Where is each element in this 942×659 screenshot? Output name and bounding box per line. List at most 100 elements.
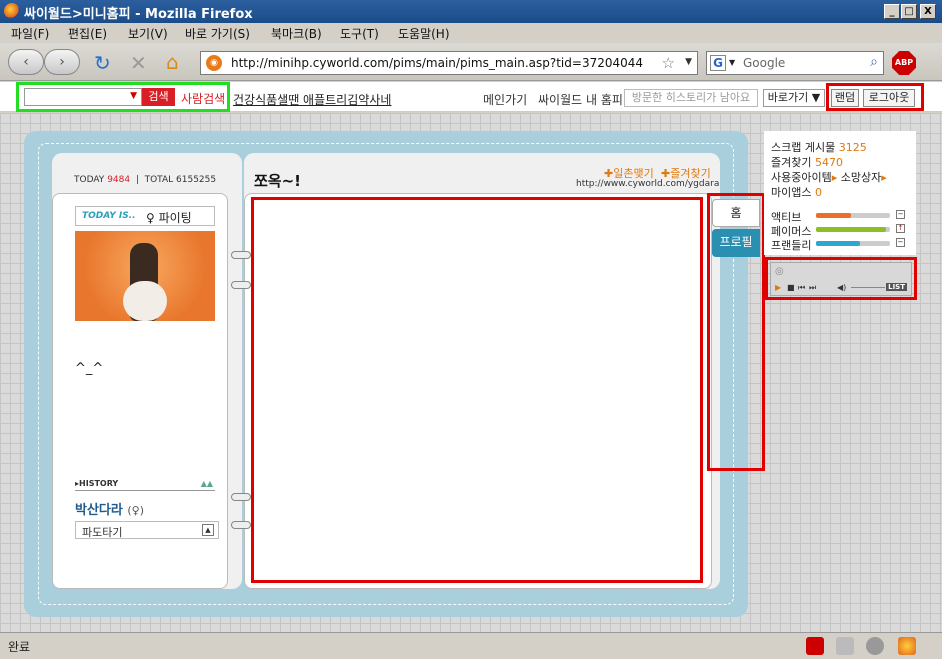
firefox-icon [4,3,20,19]
fur-coat [123,281,167,321]
pado-select[interactable]: 파도타기 ▲ [75,521,219,539]
history-header[interactable]: ▸HISTORY ▲▲ [75,479,215,491]
minus-icon[interactable]: − [896,210,905,219]
menu-tools[interactable]: 도구(T) [340,25,379,42]
back-button[interactable]: ‹ [8,49,44,75]
status-bar: 완료 [0,632,942,659]
url-dropdown-icon[interactable]: ▼ [685,57,692,67]
famous-bar [816,227,890,232]
friendly-bar [816,241,890,246]
profile-photo [75,231,215,321]
minus-icon[interactable]: − [896,238,905,247]
search-box[interactable]: G ▼ Google ⌕ [706,51,884,75]
active-bar [816,213,890,218]
home-icon[interactable]: ⌂ [166,50,179,74]
friendly-fill [816,241,861,246]
status-bars: 액티브 − 페이머스 ↑ 프랜들리 − [764,205,916,255]
menu-bar: 파일(F) 편집(E) 보기(V) 바로 가기(S) 북마크(B) 도구(T) … [0,23,942,43]
menu-help[interactable]: 도움말(H) [398,25,450,42]
today-label: TODAY [74,175,105,185]
pado-label: 파도타기 [82,526,123,539]
visit-history-box[interactable]: 방문한 히스토리가 남아요 [624,89,758,107]
volume-slider[interactable] [851,287,885,288]
arrow-icon: ▸ [831,171,838,184]
my-home-link[interactable]: 싸이월드 내 홈피 [538,91,623,108]
cyworld-top-bar: ▼ 검색 사람검색 건강식품샐땐 애플트리김약사네 메인가기 싸이월드 내 홈피… [0,82,942,112]
status-text: 완료 [8,640,31,654]
highlight-main-frame [251,197,703,583]
famous-fill [816,227,887,232]
homepage-url: http://www.cyworld.com/ygdara [576,179,720,189]
fav-count: 5470 [814,156,843,169]
items-row[interactable]: 사용중아이템▸ 소망상자▸ [771,169,887,185]
owner-name: 박산다라 [75,503,123,518]
ad-link[interactable]: 건강식품샐땐 애플트리김약사네 [233,91,391,108]
menu-view[interactable]: 보기(V) [128,25,168,42]
shortcut-dropdown[interactable]: 바로가기 ▼ [763,89,825,107]
google-engine-icon[interactable]: G [710,55,726,71]
play-icon[interactable]: ▶ [775,283,781,292]
today-is-box: TODAY IS.. ♀ 파이팅 [75,206,215,226]
adblock-status-icon[interactable] [806,637,824,655]
active-fill [816,213,851,218]
scrap-row[interactable]: 스크랩 게시물 3125 [771,139,867,155]
menu-file[interactable]: 파일(F) [11,25,49,42]
binder-ring [231,251,251,259]
music-player: ◎ ▶ ■ ⏮ ⏭ ◀) LIST [770,262,912,296]
minimize-button[interactable]: _ [884,4,900,19]
history-toggle-icon[interactable]: ▲▲ [201,479,213,488]
visit-counter: TODAY 9484 | TOTAL 6155255 [74,175,217,185]
fav-row[interactable]: 즐겨찾기 5470 [771,154,843,170]
reload-icon[interactable]: ↻ [94,51,111,75]
owner-sex: (♀) [127,504,145,517]
site-favicon: ◉ [206,55,222,71]
fav-label: 즐겨찾기 [771,156,812,169]
stop-icon[interactable]: ■ [787,283,795,292]
window-title-bar: 싸이월드>미니홈피 - Mozilla Firefox _ □ X [0,0,942,23]
myapps-row[interactable]: 마이앱스 0 [771,184,822,200]
forward-arrow-icon: › [59,54,65,70]
menu-edit[interactable]: 편집(E) [68,25,107,42]
firefox-status-icon[interactable] [898,637,916,655]
highlight-tabs [707,193,765,471]
friendly-label: 프랜들리 [771,239,812,252]
url-text: http://minihp.cyworld.com/pims/main/pims… [231,56,644,70]
prev-icon[interactable]: ⏮ [798,283,805,293]
arrow-icon: ▸ [881,171,887,184]
volume-icon[interactable]: ◀) [837,283,846,292]
highlight-search-area [16,82,230,112]
wish-label: 소망상자 [840,171,882,184]
shortcut-label: 바로가기 [767,91,809,104]
total-count: 6155255 [176,175,217,185]
page-content: TODAY 9484 | TOTAL 6155255 쪼옥~! ✚일촌맺기 ✚즐… [0,113,942,632]
forward-button[interactable]: › [44,49,80,75]
today-is-label: TODAY IS.. [82,211,136,221]
bookmark-star-icon[interactable]: ☆ [662,54,675,72]
next-icon[interactable]: ⏭ [809,283,816,293]
music-disc-icon: ◎ [775,266,784,277]
minihp-title: 쪼옥~! [254,172,302,190]
adblock-icon[interactable]: ABP [892,51,916,75]
total-label: TOTAL [144,175,174,185]
owner-name-row: 박산다라 (♀) [75,499,144,518]
window-title: 싸이월드>미니홈피 - Mozilla Firefox [24,7,253,22]
engine-dropdown-icon[interactable]: ▼ [729,58,735,67]
binder-ring [231,493,251,501]
binder-ring [231,521,251,529]
today-count: 9484 [107,175,131,185]
menu-go[interactable]: 바로 가기(S) [185,25,250,42]
history-label: HISTORY [79,479,119,488]
search-magnifier-icon[interactable]: ⌕ [870,54,878,70]
tool-icon[interactable] [836,637,854,655]
maximize-button[interactable]: □ [901,4,917,19]
url-bar[interactable]: ◉ http://minihp.cyworld.com/pims/main/pi… [200,51,698,75]
menu-bookmarks[interactable]: 북마크(B) [271,25,322,42]
monkey-icon[interactable] [866,637,884,655]
up-arrow-icon[interactable]: ↑ [896,224,905,233]
chevron-up-icon[interactable]: ▲ [202,524,214,536]
main-link[interactable]: 메인가기 [483,91,527,108]
stop-icon[interactable]: ✕ [130,51,147,75]
profile-message: ^_^ [75,361,104,376]
playlist-button[interactable]: LIST [886,283,907,291]
close-button[interactable]: X [920,4,936,19]
